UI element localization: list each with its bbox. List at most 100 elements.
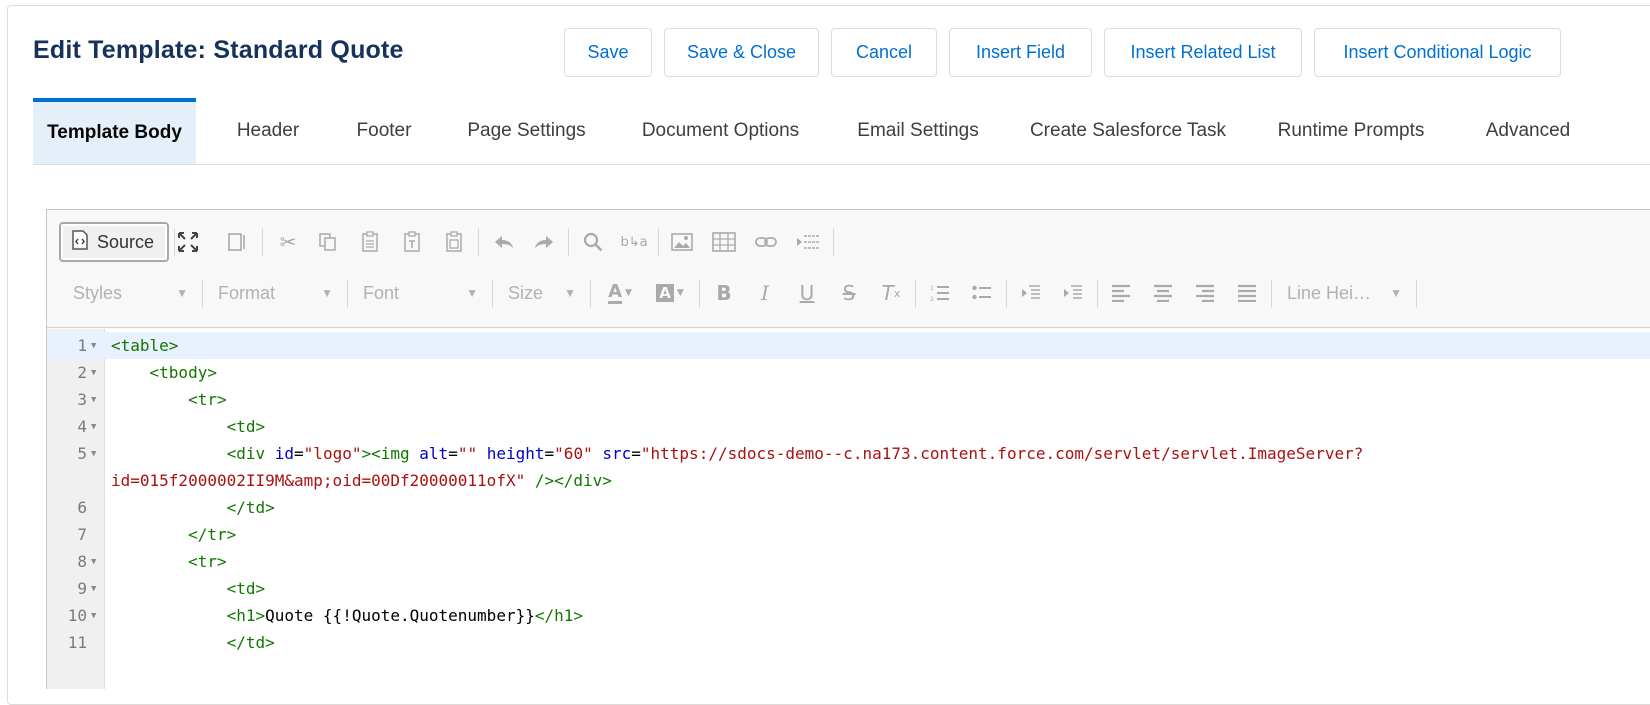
editor-toolbar: Source ✂ b↳a Styles ▼ Format ▼ Font ▼ Si… xyxy=(47,210,1650,328)
paste-text-icon[interactable] xyxy=(397,227,427,257)
line-number: 9 xyxy=(77,579,87,598)
tab-header[interactable]: Header xyxy=(218,98,318,164)
code-token: id xyxy=(274,444,295,463)
tab-runtime-prompts[interactable]: Runtime Prompts xyxy=(1271,98,1431,164)
tab-document-options[interactable]: Document Options xyxy=(628,98,813,164)
font-dropdown[interactable]: Font ▼ xyxy=(347,276,492,310)
toolbar-divider xyxy=(590,280,591,308)
line-height-dropdown[interactable]: Line Hei… ▼ xyxy=(1271,276,1416,310)
code-token: ><img xyxy=(361,444,410,463)
line-number: 5 xyxy=(77,444,87,463)
page-break-icon[interactable] xyxy=(793,227,823,257)
toolbar-divider xyxy=(568,228,569,256)
code-token: <tbody> xyxy=(149,363,217,382)
image-icon[interactable] xyxy=(667,227,697,257)
fold-arrow-icon[interactable]: ▼ xyxy=(91,368,96,378)
toolbar-divider xyxy=(1097,280,1098,308)
fold-arrow-icon[interactable]: ▼ xyxy=(91,422,96,432)
bulleted-list-icon[interactable] xyxy=(967,278,997,308)
source-icon xyxy=(71,229,89,255)
cut-icon[interactable]: ✂ xyxy=(273,227,303,257)
background-color-icon[interactable]: A ▼ xyxy=(650,278,690,308)
tab-bar: Template Body Header Footer Page Setting… xyxy=(33,98,1650,165)
code-token: <tr> xyxy=(188,390,227,409)
fold-arrow-icon[interactable]: ▼ xyxy=(91,449,96,459)
source-button[interactable]: Source xyxy=(59,222,169,262)
tab-footer[interactable]: Footer xyxy=(343,98,425,164)
text-color-icon[interactable]: A ▼ xyxy=(600,278,640,308)
code-line: 3 ▼ <tr> xyxy=(47,386,1650,413)
undo-icon[interactable] xyxy=(489,227,519,257)
chevron-down-icon: ▼ xyxy=(321,286,333,300)
tab-email-settings[interactable]: Email Settings xyxy=(848,98,988,164)
code-token: <div xyxy=(226,444,266,463)
toolbar-divider xyxy=(658,228,659,256)
format-label: Format xyxy=(218,282,276,303)
strikethrough-icon[interactable]: S xyxy=(834,278,864,308)
tab-page-settings[interactable]: Page Settings xyxy=(458,98,595,164)
link-icon[interactable] xyxy=(751,227,781,257)
paste-word-icon[interactable] xyxy=(439,227,469,257)
save-and-close-button[interactable]: Save & Close xyxy=(664,28,819,77)
find-icon[interactable] xyxy=(578,227,608,257)
align-right-icon[interactable] xyxy=(1190,278,1220,308)
justify-icon[interactable] xyxy=(1232,278,1262,308)
align-left-icon[interactable] xyxy=(1106,278,1136,308)
redo-icon[interactable] xyxy=(529,227,559,257)
code-token: /></div> xyxy=(534,471,612,490)
insert-conditional-logic-button[interactable]: Insert Conditional Logic xyxy=(1314,28,1561,77)
code-token: "logo" xyxy=(303,444,362,463)
numbered-list-icon[interactable]: 12 xyxy=(925,278,955,308)
toolbar-divider xyxy=(1416,280,1417,308)
italic-icon[interactable]: I xyxy=(750,278,780,308)
chevron-down-icon: ▼ xyxy=(176,286,188,300)
underline-icon[interactable]: U xyxy=(792,278,822,308)
save-button[interactable]: Save xyxy=(564,28,652,77)
code-token: <tr> xyxy=(188,552,227,571)
remove-format-icon[interactable]: Tx xyxy=(876,278,906,308)
fold-arrow-icon[interactable]: ▼ xyxy=(91,557,96,567)
code-token: <td> xyxy=(226,417,266,436)
code-text: <tbody> xyxy=(111,363,217,382)
code-text: </td> xyxy=(111,498,275,517)
font-label: Font xyxy=(363,282,400,303)
decrease-indent-icon[interactable] xyxy=(1016,278,1046,308)
cancel-button[interactable]: Cancel xyxy=(831,28,937,77)
page-title: Edit Template: Standard Quote xyxy=(33,36,404,64)
line-number: 8 xyxy=(77,552,87,571)
styles-label: Styles xyxy=(73,282,123,303)
code-token: "" xyxy=(457,444,478,463)
fold-arrow-icon[interactable]: ▼ xyxy=(91,611,96,621)
code-line: 8 ▼ <tr> xyxy=(47,548,1650,575)
insert-related-list-button[interactable]: Insert Related List xyxy=(1104,28,1302,77)
increase-indent-icon[interactable] xyxy=(1058,278,1088,308)
tab-advanced[interactable]: Advanced xyxy=(1473,98,1583,164)
fold-arrow-icon[interactable]: ▼ xyxy=(91,341,96,351)
styles-dropdown[interactable]: Styles ▼ xyxy=(57,276,202,310)
size-dropdown[interactable]: Size ▼ xyxy=(492,276,590,310)
replace-icon[interactable]: b↳a xyxy=(619,227,649,257)
copy-icon[interactable] xyxy=(313,227,343,257)
chevron-down-icon: ▼ xyxy=(564,286,576,300)
insert-field-button[interactable]: Insert Field xyxy=(949,28,1092,77)
fold-arrow-icon[interactable]: ▼ xyxy=(91,395,96,405)
code-text: <div id="logo"><img alt="" height="60" s… xyxy=(226,444,1364,463)
line-number: 1 xyxy=(77,336,87,355)
code-line: 1 ▼ <table> xyxy=(47,332,1650,359)
source-code-area[interactable]: 1 ▼ <table> 2 ▼ <tbody> 3 ▼ <tr> 4 ▼ <td… xyxy=(47,329,1650,689)
tab-template-body[interactable]: Template Body xyxy=(33,98,196,164)
code-line: 5 ▼ <div id="logo"><img alt="" height="6… xyxy=(47,440,1650,467)
align-center-icon[interactable] xyxy=(1148,278,1178,308)
tab-create-salesforce-task[interactable]: Create Salesforce Task xyxy=(1028,98,1228,164)
table-icon[interactable] xyxy=(709,227,739,257)
toolbar-divider xyxy=(915,280,916,308)
format-dropdown[interactable]: Format ▼ xyxy=(202,276,347,310)
bold-icon[interactable]: B xyxy=(709,278,739,308)
code-token: </td> xyxy=(226,498,275,517)
fold-arrow-icon[interactable]: ▼ xyxy=(91,584,96,594)
show-blocks-icon[interactable] xyxy=(222,227,252,257)
code-line: 9 ▼ <td> xyxy=(47,575,1650,602)
maximize-icon[interactable] xyxy=(173,227,203,257)
code-line: 6 </td> xyxy=(47,494,1650,521)
paste-icon[interactable] xyxy=(355,227,385,257)
